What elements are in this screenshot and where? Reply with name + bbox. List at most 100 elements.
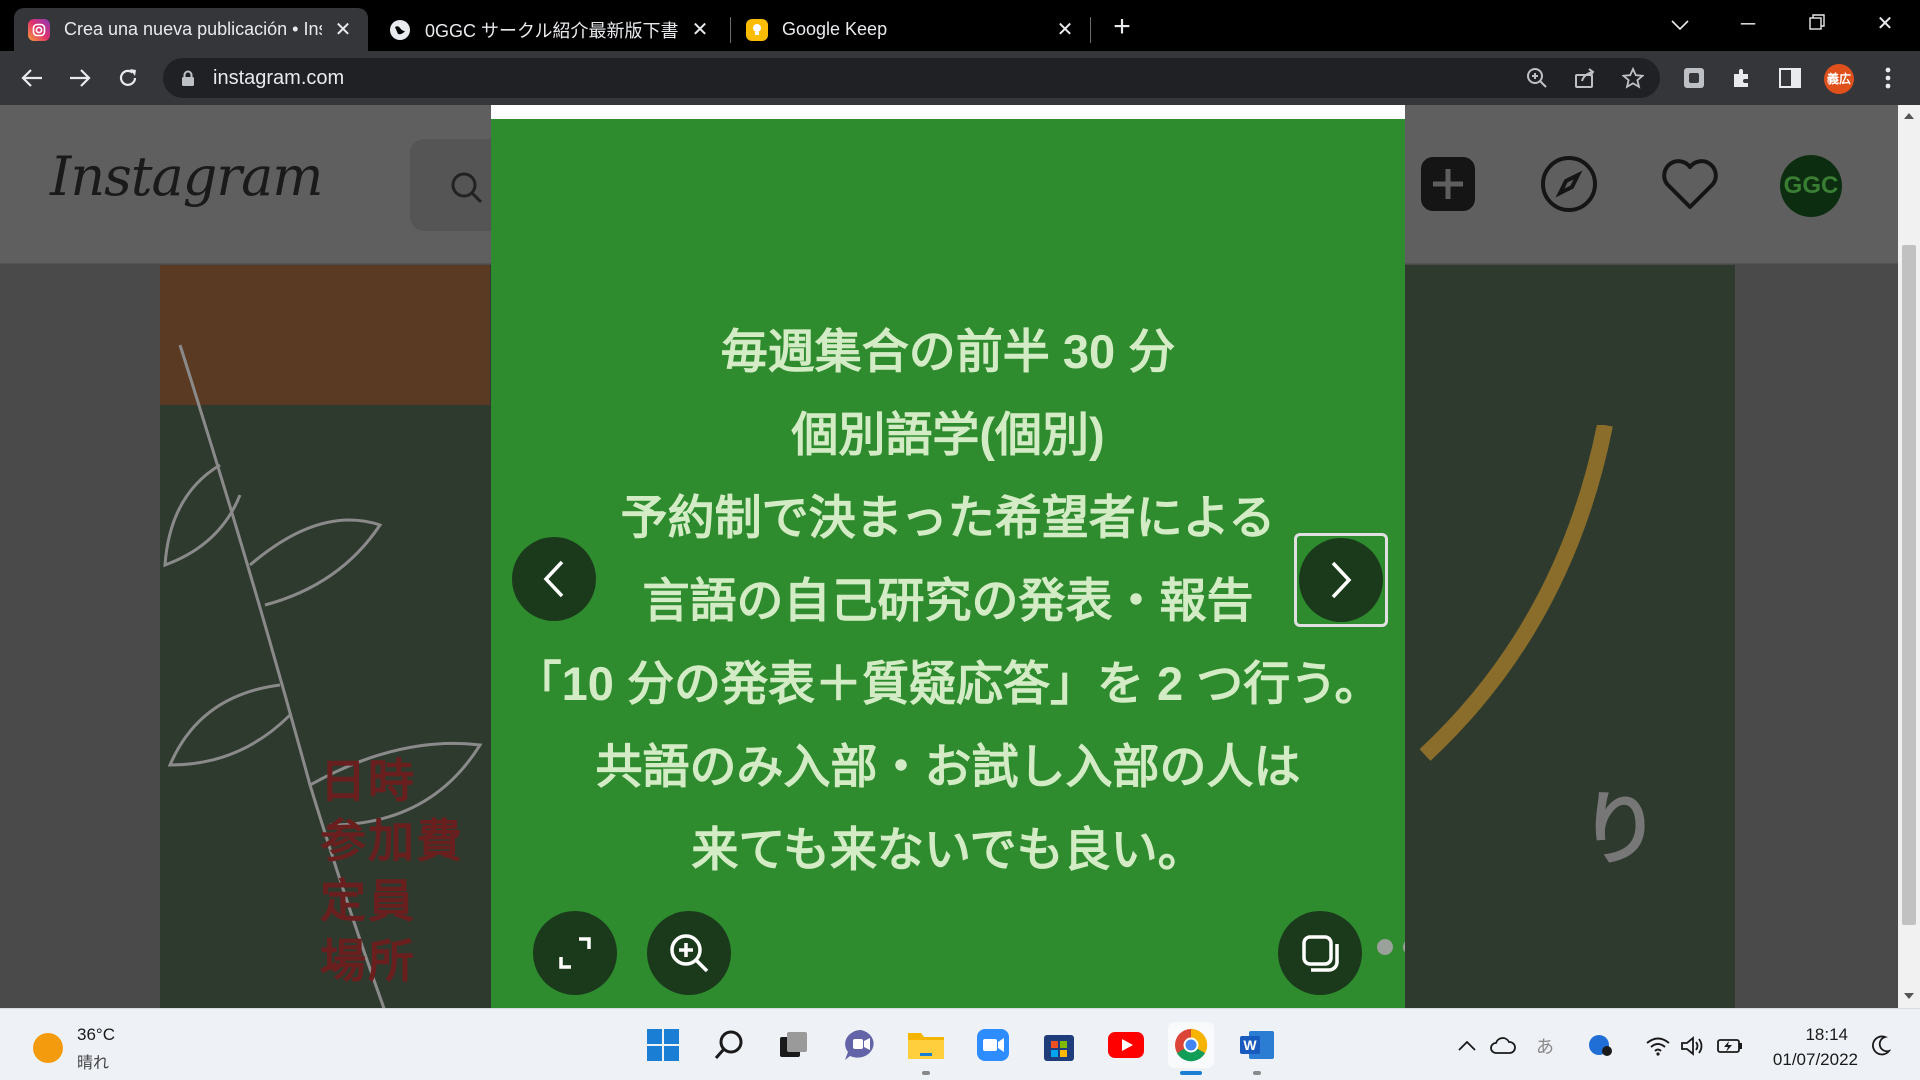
crop-expand-button[interactable] xyxy=(533,911,617,995)
instagram-profile-avatar[interactable]: GGC xyxy=(1780,155,1842,217)
google-keep-icon xyxy=(746,18,768,41)
task-view-icon xyxy=(780,1032,807,1057)
teams-chat-button[interactable] xyxy=(838,1022,884,1068)
chrome-icon xyxy=(1175,1028,1208,1062)
ime-indicator[interactable]: あ xyxy=(1530,1031,1560,1061)
word-icon: W xyxy=(1240,1031,1274,1059)
tab-instagram[interactable]: Crea una nueva publicación • Inst ✕ xyxy=(14,8,368,51)
tab-google-keep[interactable]: Google Keep ✕ xyxy=(732,8,1090,51)
tab-document[interactable]: 0GGC サークル紹介最新版下書き.p ✕ xyxy=(375,8,725,51)
wifi-icon[interactable] xyxy=(1643,1031,1673,1061)
folder-icon xyxy=(908,1033,944,1059)
focus-assist-moon-icon[interactable] xyxy=(1866,1031,1896,1061)
zoom-app-button[interactable] xyxy=(970,1022,1016,1068)
restore-button[interactable] xyxy=(1797,6,1837,42)
extensions-puzzle-icon[interactable] xyxy=(1724,60,1760,96)
background-label-place: 場所 xyxy=(320,935,416,987)
volume-icon[interactable] xyxy=(1678,1031,1708,1061)
weather-sun-icon[interactable] xyxy=(33,1033,63,1063)
instagram-icon xyxy=(28,18,50,41)
tab-title: Crea una nueva publicación • Inst xyxy=(64,19,322,39)
weather-temperature[interactable]: 36°C xyxy=(77,1025,115,1045)
start-button[interactable] xyxy=(640,1022,686,1068)
slide-text-line: 個別語学(個別) xyxy=(791,408,1105,461)
slide-text-line: 共語のみ入部・お試し入部の人は xyxy=(595,740,1301,793)
new-tab-button[interactable]: + xyxy=(1106,12,1138,44)
next-slide-button[interactable] xyxy=(1299,538,1383,622)
slide-text-line: 言語の自己研究の発表・報告 xyxy=(642,574,1254,627)
youtube-button[interactable] xyxy=(1103,1022,1149,1068)
minimize-button[interactable]: ─ xyxy=(1728,6,1768,42)
chevron-left-icon xyxy=(543,560,564,598)
slide-text-line: 来ても来ないでも良い。 xyxy=(691,823,1205,876)
scroll-down-arrow-icon[interactable] xyxy=(1904,993,1914,999)
search-icon xyxy=(450,171,484,210)
globe-icon xyxy=(389,19,411,41)
address-bar[interactable]: instagram.com xyxy=(163,58,1660,98)
slide-top-edge xyxy=(491,105,1405,119)
extension-icon[interactable] xyxy=(1676,60,1712,96)
background-partial-text: り xyxy=(1580,785,1660,874)
store-bag-icon xyxy=(1044,1035,1074,1061)
menu-icon[interactable] xyxy=(1870,60,1906,96)
word-button[interactable]: W xyxy=(1234,1022,1280,1068)
close-tab-icon[interactable]: ✕ xyxy=(689,19,711,41)
reload-icon[interactable] xyxy=(110,60,146,96)
zoom-button[interactable] xyxy=(647,911,731,995)
multiple-images-button[interactable] xyxy=(1278,911,1362,995)
zoom-icon[interactable] xyxy=(1521,62,1553,94)
explore-compass-icon[interactable] xyxy=(1540,155,1598,213)
profile-avatar[interactable]: 義広 xyxy=(1824,64,1854,94)
slide-text-block: 毎週集合の前半 30 分個別語学(個別) 予約制で決まった希望者による 言語の自己研… xyxy=(491,310,1405,891)
windows-taskbar: 36°C 晴れ W あ 18:14 01/07/2022 xyxy=(0,1008,1920,1080)
scroll-up-arrow-icon[interactable] xyxy=(1904,113,1914,119)
battery-icon[interactable] xyxy=(1715,1031,1745,1061)
forward-icon[interactable] xyxy=(62,60,98,96)
zoom-in-icon xyxy=(670,934,709,973)
bookmark-star-icon[interactable] xyxy=(1617,62,1649,94)
previous-slide-button[interactable] xyxy=(512,537,596,621)
chevron-right-icon xyxy=(1331,561,1352,599)
microsoft-store-button[interactable] xyxy=(1036,1022,1082,1068)
close-tab-icon[interactable]: ✕ xyxy=(1054,19,1076,41)
chrome-button[interactable] xyxy=(1168,1022,1214,1068)
tab-search-chevron-icon[interactable] xyxy=(1660,6,1700,42)
create-post-icon[interactable] xyxy=(1419,155,1477,213)
lock-icon[interactable] xyxy=(181,70,195,92)
background-label-date: 日時 xyxy=(320,755,416,807)
onedrive-cloud-icon[interactable] xyxy=(1488,1031,1518,1061)
url-text: instagram.com xyxy=(213,67,345,89)
windows-logo-icon xyxy=(647,1029,679,1061)
svg-text:W: W xyxy=(1243,1037,1257,1053)
background-label-fee: 参加費 xyxy=(320,815,464,867)
running-indicator xyxy=(922,1071,930,1075)
taskbar-search-button[interactable] xyxy=(706,1022,752,1068)
show-hidden-icons-chevron-icon[interactable] xyxy=(1452,1031,1482,1061)
search-icon xyxy=(714,1030,743,1059)
notifications-heart-icon[interactable] xyxy=(1661,155,1719,213)
close-window-button[interactable]: ✕ xyxy=(1865,6,1905,42)
pagination-dot xyxy=(1403,939,1405,955)
page-scrollbar[interactable] xyxy=(1898,105,1920,1008)
back-icon[interactable] xyxy=(14,60,50,96)
weather-condition[interactable]: 晴れ xyxy=(77,1049,109,1073)
tab-title: Google Keep xyxy=(782,19,888,39)
tab-title: 0GGC サークル紹介最新版下書き.p xyxy=(425,20,679,41)
file-explorer-button[interactable] xyxy=(903,1022,949,1068)
post-slide: 毎週集合の前半 30 分個別語学(個別) 予約制で決まった希望者による 言語の自己研… xyxy=(491,105,1405,1008)
close-tab-icon[interactable]: ✕ xyxy=(332,19,354,41)
app-tray-icon[interactable] xyxy=(1586,1031,1616,1061)
page-viewport: Instagram GGC 日時 参加費 定員 場所 り 毎週集合の前半 30 … xyxy=(0,105,1898,1008)
scrollbar-thumb[interactable] xyxy=(1902,245,1916,925)
expand-icon xyxy=(559,937,591,969)
share-icon[interactable] xyxy=(1569,62,1601,94)
tab-separator xyxy=(1090,17,1091,43)
instagram-logo[interactable]: Instagram xyxy=(50,145,323,208)
clock-date[interactable]: 01/07/2022 xyxy=(1760,1050,1858,1070)
decorative-ring xyxy=(1419,425,1613,761)
side-panel-icon[interactable] xyxy=(1772,60,1808,96)
running-indicator xyxy=(1253,1071,1261,1075)
zoom-app-icon xyxy=(977,1029,1009,1061)
clock-time[interactable]: 18:14 xyxy=(1768,1025,1848,1045)
task-view-button[interactable] xyxy=(771,1022,817,1068)
